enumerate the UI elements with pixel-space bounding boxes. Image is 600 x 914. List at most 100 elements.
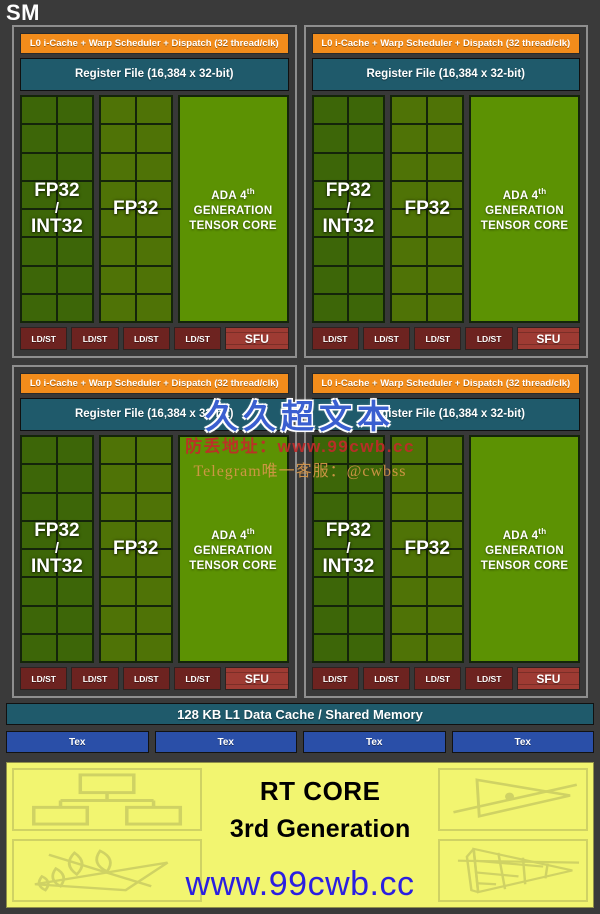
core-cell [99,265,136,294]
core-cell [21,520,57,549]
core-cell [56,605,93,634]
core-cell [21,464,57,493]
core-cell [99,633,136,662]
core-cell [312,549,349,578]
core-cell-grid [21,96,93,322]
core-cell [135,492,172,521]
ldst-unit: LD/ST [465,327,513,350]
core-cell [427,96,464,125]
ldst-sfu-row: LD/ST LD/ST LD/ST LD/ST SFU [20,667,289,690]
rt-core-generation: 3rd Generation [229,815,411,843]
core-cell [391,633,428,662]
fp32-int32-core-block: FP32/INT32 [311,95,386,323]
register-file-bar: Register File (16,384 x 32-bit) [311,398,580,431]
core-cell [312,464,349,493]
sm-partition: L0 i-Cache + Warp Scheduler + Dispatch (… [12,365,297,698]
ldst-unit: LD/ST [20,327,68,350]
core-cell [391,96,428,125]
core-cell [427,633,464,662]
texture-unit: Tex [303,731,446,753]
l1-data-cache-bar: 128 KB L1 Data Cache / Shared Memory [6,703,594,725]
core-cell [21,180,57,209]
texture-unit: Tex [451,731,594,753]
core-cell [56,492,93,521]
tensor-core-label-line2: GENERATION [193,204,273,217]
core-cell [56,152,93,181]
core-cell [56,293,93,322]
core-cell-grid [312,96,385,322]
core-cell [312,605,349,634]
tensor-core-gen-number: ADA 4 [502,189,539,202]
core-cell [21,209,57,238]
tensor-core-label-line1: ADA 4th [503,184,547,204]
core-cell [348,520,385,549]
tensor-core-gen-number: ADA 4 [211,189,247,202]
fp32-int32-core-block: FP32/INT32 [20,95,94,323]
core-cell [348,152,385,181]
ldst-unit: LD/ST [465,667,513,690]
core-cell [135,293,172,322]
tensor-core-block: ADA 4th GENERATION TENSOR CORE [177,95,289,323]
sm-partition: L0 i-Cache + Warp Scheduler + Dispatch (… [303,25,588,358]
core-cell [348,549,385,578]
core-cell [312,492,349,521]
tensor-core-label-line3: TENSOR CORE [480,219,569,232]
ldst-unit: LD/ST [173,667,222,690]
tensor-core-label-line3: TENSOR CORE [189,559,277,572]
core-cell [391,124,428,153]
core-cell [348,180,385,209]
core-cell [391,605,428,634]
core-cell [391,520,428,549]
core-cell [391,577,428,606]
core-cell [56,577,93,606]
core-cell [312,124,349,153]
core-cell [135,577,172,606]
core-cell [135,124,172,153]
core-cell [391,152,428,181]
tensor-core-label-line2: GENERATION [485,544,564,557]
core-cell-grid [21,436,93,662]
fp32-core-block: FP32 [98,435,173,663]
core-cell [99,464,136,493]
core-cell [391,265,428,294]
ldst-unit: LD/ST [20,667,68,690]
core-cell-grid [99,436,172,662]
core-cell [427,180,464,209]
fp32-core-block: FP32 [98,95,173,323]
core-cell [312,209,349,238]
ldst-unit: LD/ST [311,667,359,690]
core-cell [312,152,349,181]
core-cell [427,265,464,294]
core-cell [99,209,136,238]
core-cell [427,237,464,266]
ldst-unit: LD/ST [362,667,411,690]
core-cell [21,492,57,521]
core-area: FP32/INT32 FP32 ADA 4th GENERATION TENSOR CO… [311,435,580,663]
sm-partition: L0 i-Cache + Warp Scheduler + Dispatch (… [303,365,588,698]
core-cell [21,633,57,662]
core-cell-grid [391,96,464,322]
core-cell [312,436,349,465]
core-cell [21,124,57,153]
tensor-core-block: ADA 4th GENERATION TENSOR CORE [469,435,580,663]
triangle-mesh-grid-icon [438,839,588,902]
core-cell [135,549,172,578]
tensor-core-label-line3: TENSOR CORE [480,559,569,572]
rt-core-block: RT CORE 3rd Generation [6,762,594,908]
tensor-core-gen-suffix: th [246,187,255,197]
core-cell [99,237,136,266]
core-cell [391,209,428,238]
core-cell [312,265,349,294]
warp-scheduler-bar: L0 i-Cache + Warp Scheduler + Dispatch (… [311,33,580,54]
core-cell [427,577,464,606]
core-cell [21,436,57,465]
core-cell [99,577,136,606]
core-cell [135,96,172,125]
ldst-sfu-row: LD/ST LD/ST LD/ST LD/ST SFU [311,327,580,350]
ldst-sfu-row: LD/ST LD/ST LD/ST LD/ST SFU [311,667,580,690]
core-cell [56,265,93,294]
warp-scheduler-bar: L0 i-Cache + Warp Scheduler + Dispatch (… [20,373,289,394]
core-cell [56,96,93,125]
core-cell [56,520,93,549]
sfu-unit: SFU [225,667,289,690]
